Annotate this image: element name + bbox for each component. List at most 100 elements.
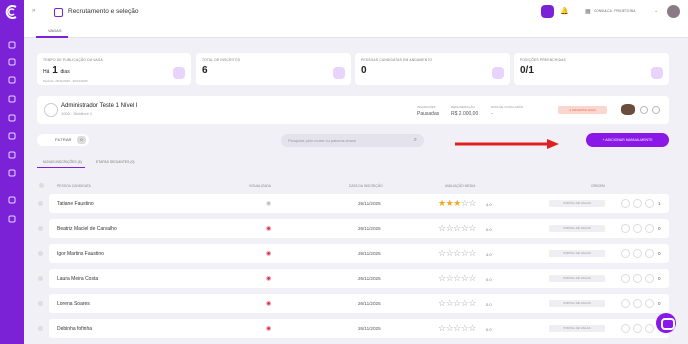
rocket-icon[interactable] bbox=[7, 94, 17, 104]
star-filled-icon[interactable]: ★ bbox=[438, 198, 446, 208]
comment-icon[interactable] bbox=[645, 249, 654, 258]
briefcase-icon[interactable] bbox=[7, 75, 17, 85]
row-checkbox[interactable] bbox=[38, 201, 43, 206]
col-rating: AVALIAÇÃO MÉDIA bbox=[445, 184, 476, 188]
table-row[interactable]: Beatriz Maciel de Carvalho ◉ 26/11/2025 ☆ ☆ ☆… bbox=[38, 219, 669, 238]
info-icon[interactable] bbox=[640, 106, 648, 114]
mail-icon[interactable] bbox=[621, 199, 630, 208]
star-empty-icon[interactable]: ☆ bbox=[453, 273, 461, 283]
comment-icon[interactable] bbox=[645, 299, 654, 308]
whatsapp-icon[interactable] bbox=[633, 324, 642, 333]
comment-icon[interactable] bbox=[645, 199, 654, 208]
progress-icon bbox=[492, 67, 504, 79]
star-empty-icon[interactable]: ☆ bbox=[438, 223, 446, 233]
star-empty-icon[interactable]: ☆ bbox=[438, 273, 446, 283]
filter-count: 0 bbox=[77, 136, 86, 144]
collapse-sidebar-icon[interactable]: » bbox=[32, 8, 41, 17]
rating-stars[interactable]: ☆☆☆☆☆ bbox=[438, 248, 476, 259]
star-filled-icon[interactable]: ★ bbox=[453, 198, 461, 208]
star-empty-icon[interactable]: ☆ bbox=[468, 298, 476, 308]
star-empty-icon[interactable]: ☆ bbox=[453, 248, 461, 258]
rating-stars[interactable]: ☆☆☆☆☆ bbox=[438, 223, 476, 234]
more-options-icon[interactable] bbox=[652, 106, 660, 114]
row-checkbox[interactable] bbox=[38, 301, 43, 306]
lightbulb-icon[interactable] bbox=[7, 150, 17, 160]
organization-name[interactable]: CONSULCA - PROJETO BIA bbox=[594, 9, 635, 13]
candidate-name[interactable]: Beatriz Maciel de Carvalho bbox=[57, 226, 117, 232]
row-checkbox[interactable] bbox=[38, 226, 43, 231]
search-icon[interactable]: ⌕ bbox=[414, 137, 417, 144]
mail-icon[interactable] bbox=[621, 324, 630, 333]
row-checkbox[interactable] bbox=[38, 276, 43, 281]
candidate-name[interactable]: Tatiane Faustino bbox=[57, 201, 94, 207]
whatsapp-icon[interactable] bbox=[633, 249, 642, 258]
whatsapp-icon[interactable] bbox=[633, 299, 642, 308]
star-empty-icon[interactable]: ☆ bbox=[468, 323, 476, 333]
comment-icon[interactable] bbox=[645, 274, 654, 283]
application-date: 26/11/2025 bbox=[358, 301, 381, 306]
job-avatar bbox=[44, 103, 58, 117]
rating-stars[interactable]: ☆☆☆☆☆ bbox=[438, 273, 476, 284]
mail-icon[interactable] bbox=[621, 274, 630, 283]
user-icon[interactable] bbox=[7, 57, 17, 67]
comment-icon[interactable] bbox=[645, 224, 654, 233]
rating-stars[interactable]: ☆☆☆☆☆ bbox=[438, 298, 476, 309]
star-empty-icon[interactable]: ☆ bbox=[468, 273, 476, 283]
origin-badge: PORTAL DE VAGAS bbox=[549, 250, 605, 257]
whatsapp-icon[interactable] bbox=[633, 199, 642, 208]
logo-icon[interactable] bbox=[4, 4, 20, 20]
row-actions bbox=[621, 299, 654, 308]
application-date: 26/11/2025 bbox=[358, 326, 381, 331]
star-empty-icon[interactable]: ☆ bbox=[468, 248, 476, 258]
candidate-name[interactable]: Igor Martins Faustino bbox=[57, 251, 104, 257]
chevron-down-icon[interactable]: ⌄ bbox=[654, 8, 658, 14]
row-checkbox[interactable] bbox=[38, 251, 43, 256]
star-empty-icon[interactable]: ☆ bbox=[453, 223, 461, 233]
chat-button[interactable] bbox=[656, 313, 676, 333]
mail-icon[interactable] bbox=[621, 224, 630, 233]
star-empty-icon[interactable]: ☆ bbox=[438, 248, 446, 258]
comment-icon[interactable] bbox=[645, 324, 654, 333]
recruit-icon[interactable] bbox=[7, 195, 17, 205]
grid-icon[interactable] bbox=[7, 40, 17, 50]
candidate-name[interactable]: Laura Meira Costa bbox=[57, 276, 98, 282]
star-empty-icon[interactable]: ☆ bbox=[438, 323, 446, 333]
tab-next-stages[interactable]: ETAPAS SEGUINTES (0) bbox=[96, 160, 135, 164]
row-checkbox[interactable] bbox=[38, 326, 43, 331]
candidate-name[interactable]: Debinha fofinha bbox=[57, 326, 92, 332]
search-placeholder: Pesquise pelo nome ou palavra-chave bbox=[288, 138, 357, 143]
rating-stars[interactable]: ☆☆☆☆☆ bbox=[438, 323, 476, 334]
rating-stars[interactable]: ★★★☆☆ bbox=[438, 198, 476, 209]
search-input[interactable]: Pesquise pelo nome ou palavra-chave ⌕ bbox=[281, 134, 424, 147]
candidate-name[interactable]: Lorena Soares bbox=[57, 301, 90, 307]
star-empty-icon[interactable]: ☆ bbox=[468, 223, 476, 233]
whatsapp-icon[interactable] bbox=[633, 224, 642, 233]
user-avatar[interactable] bbox=[667, 5, 680, 18]
table-row[interactable]: Lorena Soares ◉ 26/11/2025 ☆☆☆☆☆ 0.0 PORTAL D… bbox=[38, 294, 669, 313]
tab-vagas[interactable]: VAGAS bbox=[38, 28, 62, 33]
recruiter-avatar[interactable] bbox=[621, 104, 635, 115]
mail-icon[interactable] bbox=[621, 249, 630, 258]
star-empty-icon[interactable]: ☆ bbox=[453, 298, 461, 308]
table-row[interactable]: Igor Martins Faustino ◉ 26/11/2025 ☆☆☆☆☆ 4.0… bbox=[38, 244, 669, 263]
mail-icon[interactable] bbox=[621, 299, 630, 308]
star-icon[interactable] bbox=[7, 113, 17, 123]
star-empty-icon[interactable]: ☆ bbox=[468, 198, 476, 208]
heart-icon[interactable] bbox=[7, 131, 17, 141]
whatsapp-icon[interactable] bbox=[633, 274, 642, 283]
filter-button[interactable]: FILTRAR 0 bbox=[37, 134, 89, 146]
add-manually-button[interactable]: + ADICIONAR MANUALMENTE bbox=[586, 133, 669, 147]
star-empty-icon[interactable]: ☆ bbox=[453, 323, 461, 333]
table-row[interactable]: Debinha fofinha ◉ 26/11/2025 ☆☆☆☆☆ 0.0 PORTAL… bbox=[38, 319, 669, 338]
help-icon[interactable] bbox=[7, 214, 17, 224]
calendar-icon[interactable] bbox=[7, 168, 17, 178]
select-all-checkbox[interactable] bbox=[39, 183, 44, 188]
table-row[interactable]: Tatiane Faustino ◉ 26/11/2025 ★★★☆☆ 4.0 PORTA… bbox=[38, 194, 669, 213]
stat-filled-positions: POSIÇÕES PREENCHIDAS 0/1 bbox=[514, 53, 669, 85]
bell-icon[interactable]: 🔔 bbox=[560, 7, 569, 15]
notifications-app-icon[interactable] bbox=[541, 5, 554, 18]
tab-new-applications[interactable]: NOVAS INSCRIÇÕES (6) bbox=[43, 160, 82, 164]
table-row[interactable]: Laura Meira Costa ◉ 26/11/2025 ☆☆☆☆☆ 0.0 PORT… bbox=[38, 269, 669, 288]
star-empty-icon[interactable]: ☆ bbox=[438, 298, 446, 308]
row-actions bbox=[621, 274, 654, 283]
